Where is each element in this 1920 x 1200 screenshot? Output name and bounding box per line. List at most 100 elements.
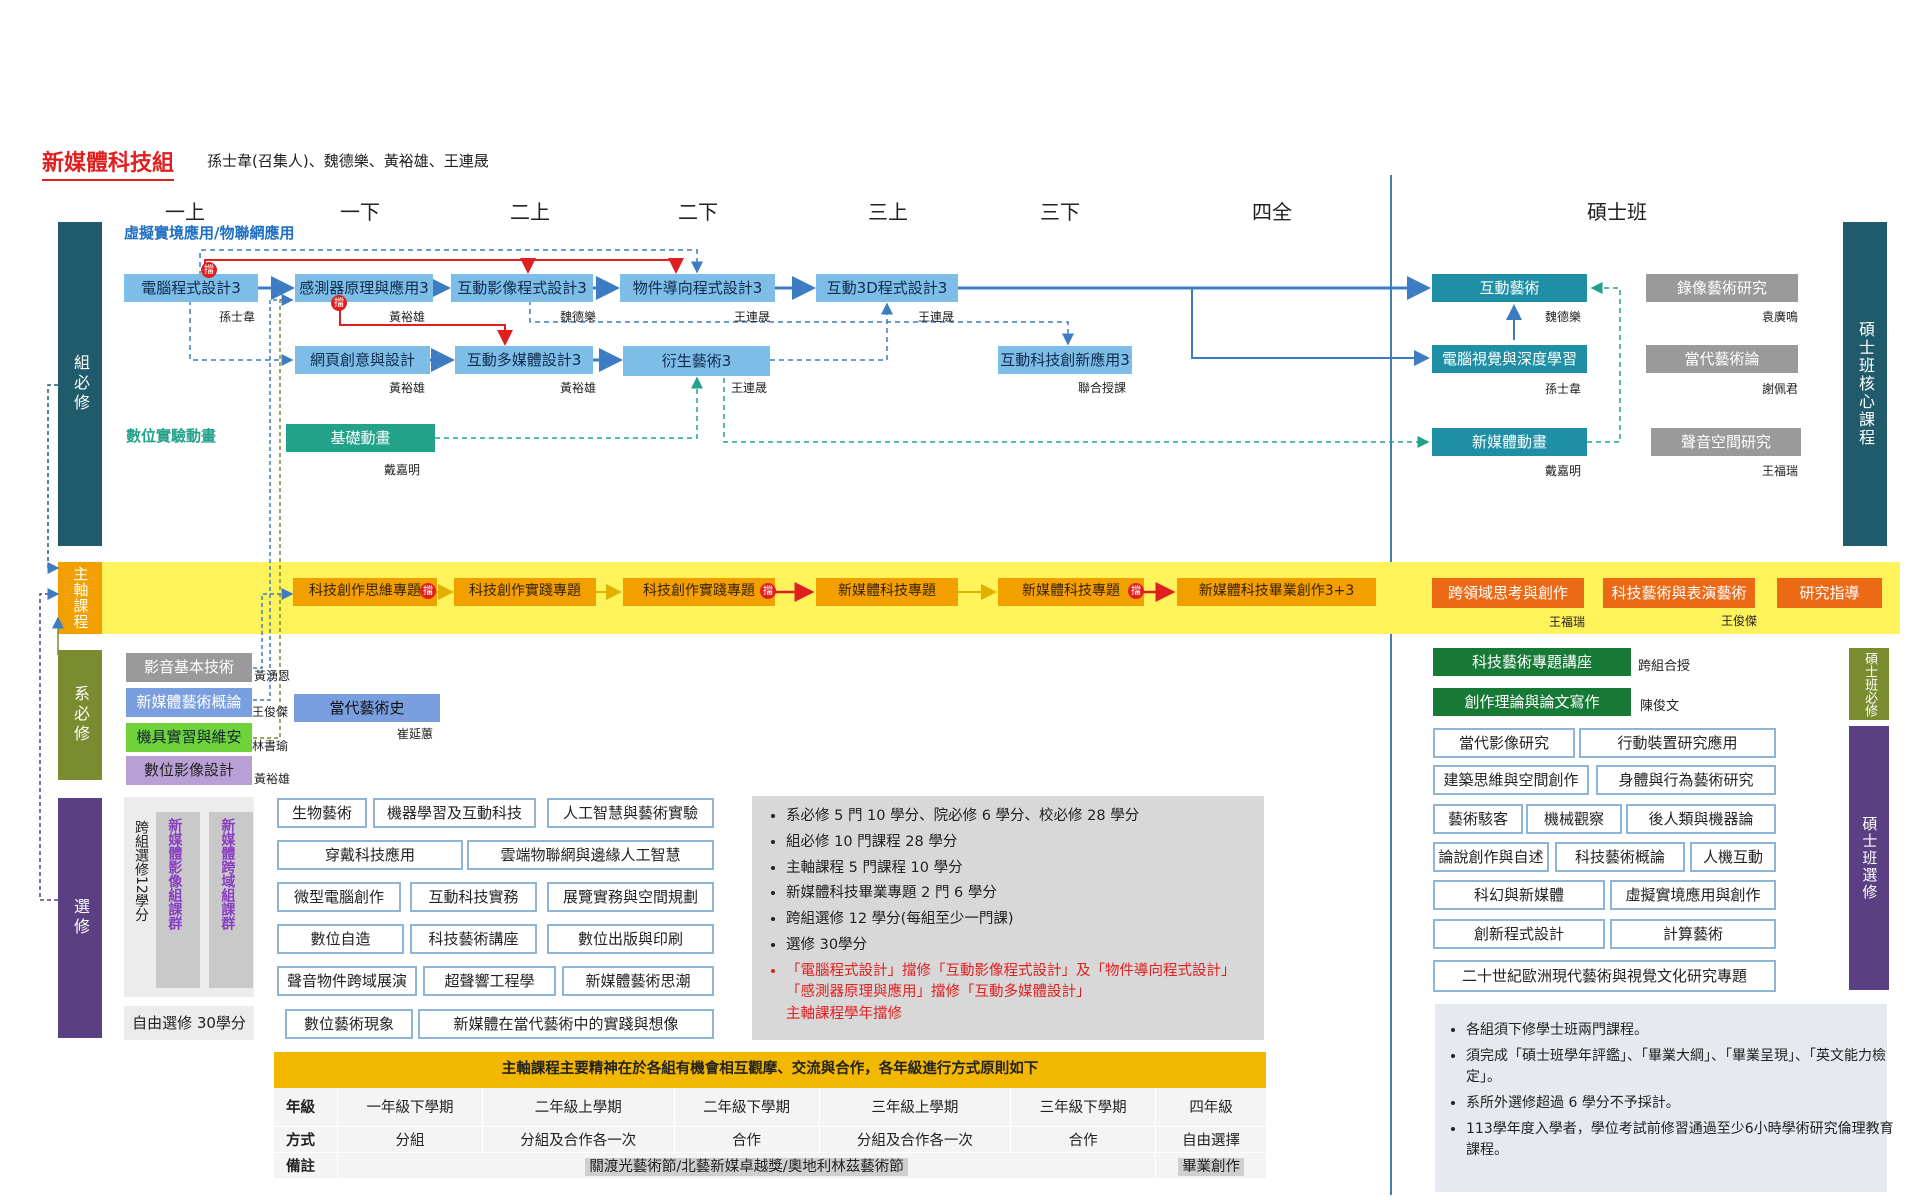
elective-course: 生物藝術 [277, 798, 367, 828]
course-box: 電腦程式設計3 [124, 274, 258, 302]
elective-course: 科技藝術講座 [410, 924, 537, 954]
table-cell: 三年級下學期 [1010, 1088, 1156, 1127]
table-row: 備註 關渡光藝術節/北藝新媒卓越獎/奧地利林茲藝術節 畢業創作 [274, 1152, 1266, 1178]
credit-note: 選修 30學分 [786, 935, 1286, 957]
course-professor: 王連晟 [731, 381, 768, 395]
course-professor: 王福瑞 [1549, 615, 1586, 629]
course-professor: 黃湧恩 [254, 669, 291, 683]
free-elective: 自由選修 30學分 [124, 1006, 254, 1040]
course-professor: 王連晟 [918, 310, 955, 324]
credit-note-red: 「感測器原理與應用」擋修「互動多媒體設計」 [786, 984, 1091, 1001]
table-row: 年級 一年級下學期 二年級上學期 二年級下學期 三年級上學期 三年級下學期 四年… [274, 1088, 1266, 1127]
table-cell: 四年級 [1155, 1088, 1266, 1127]
table-cell: 一年級下學期 [337, 1088, 483, 1127]
row-label: 備註 [286, 1158, 315, 1175]
master-required-course: 創作理論與論文寫作 [1433, 688, 1631, 716]
course-box: 感測器原理與應用3 [295, 274, 433, 302]
elective-course: 數位藝術現象 [285, 1009, 413, 1039]
spirit-table-grid: 年級 一年級下學期 二年級上學期 二年級下學期 三年級上學期 三年級下學期 四年… [274, 1088, 1266, 1178]
block-badge: 擋 [331, 295, 347, 311]
main-axis-course: 科技創作思維專題 [293, 578, 437, 606]
master-axis-course: 研究指導 [1777, 578, 1882, 608]
master-elective-course: 虛擬實境應用與創作 [1610, 880, 1776, 910]
elective-course: 微型電腦創作 [277, 882, 401, 912]
block-badge: 擋 [201, 262, 217, 278]
course-box: 網頁創意與設計 [295, 346, 430, 374]
credit-note: 跨組選修 12 學分(每組至少一門課) [786, 909, 1286, 931]
credit-note: 新媒體科技畢業專題 2 門 6 學分 [786, 883, 1286, 905]
table-cell: 二年級下學期 [673, 1088, 820, 1127]
credit-note: 組必修 10 門課程 28 學分 [786, 832, 1286, 854]
master-core-course: 當代藝術論 [1646, 345, 1798, 373]
cluster-label: 新媒體跨域組課群 [219, 818, 236, 930]
elective-course: 新媒體藝術思潮 [562, 966, 714, 996]
main-axis-course: 科技創作實踐專題 [454, 578, 596, 606]
master-elective-course: 行動裝置研究應用 [1579, 728, 1776, 758]
master-elective-course: 機械觀察 [1526, 804, 1622, 834]
course-professor: 跨組合授 [1638, 659, 1691, 674]
course-box: 互動影像程式設計3 [451, 274, 593, 302]
credit-note: 系必修 5 門 10 學分、院必修 6 學分、校必修 28 學分 [786, 806, 1286, 828]
master-elective-course: 建築思維與空間創作 [1433, 765, 1589, 795]
course-professor: 王連晟 [734, 310, 771, 324]
course-professor: 陳俊文 [1640, 699, 1680, 714]
master-elective-course: 後人類與機器論 [1626, 804, 1776, 834]
dept-required-course: 新媒體藝術概論 [126, 688, 252, 717]
course-professor: 林書瑜 [252, 739, 289, 753]
master-elective-course: 科技藝術概論 [1555, 842, 1685, 872]
course-professor: 孫士韋 [1545, 382, 1582, 396]
master-elective-course: 創新程式設計 [1433, 919, 1605, 949]
course-box: 互動3D程式設計3 [816, 274, 958, 302]
table-cell: 合作 [673, 1126, 820, 1153]
elective-course: 穿戴科技應用 [277, 840, 463, 870]
master-axis-course: 跨領域思考與創作 [1432, 578, 1584, 608]
dept-required-course: 數位影像設計 [126, 756, 252, 785]
main-axis-course: 新媒體科技畢業創作3+3 [1177, 578, 1376, 606]
elective-course: 展覽實務與空間規劃 [547, 882, 714, 912]
row-label: 年級 [274, 1088, 338, 1127]
elective-course: 數位自造 [277, 924, 404, 954]
course-professor: 黃裕雄 [560, 381, 597, 395]
master-core-course: 聲音空間研究 [1651, 428, 1801, 456]
course-professor: 黃裕雄 [389, 310, 426, 324]
elective-course: 聲音物件跨域展演 [277, 966, 417, 996]
course-professor: 謝佩君 [1762, 382, 1799, 396]
master-core-course: 錄像藝術研究 [1646, 274, 1798, 302]
course-box: 互動多媒體設計3 [455, 346, 593, 374]
remark-text: 關渡光藝術節/北藝新媒卓越獎/奧地利林茲藝術節 [585, 1157, 908, 1176]
master-core-course: 新媒體動畫 [1432, 428, 1587, 456]
course-box: 衍生藝術3 [623, 346, 770, 376]
credit-note-red: 主軸課程學年擋修 [786, 1006, 902, 1022]
block-badge: 擋 [760, 583, 776, 599]
credit-note: 主軸課程 5 門課程 10 學分 [786, 858, 1286, 880]
elective-course: 新媒體在當代藝術中的實踐與想像 [418, 1009, 714, 1039]
course-professor: 王俊傑 [252, 705, 289, 719]
main-axis-course: 科技創作實踐專題 [623, 578, 775, 606]
elective-course: 機器學習及互動科技 [373, 798, 536, 828]
course-box: 物件導向程式設計3 [620, 274, 775, 302]
master-note: 113學年度入學者，學位考試前修習通過至少6小時學術研究倫理教育課程。 [1466, 1119, 1906, 1162]
credit-notes: 系必修 5 門 10 學分、院必修 6 學分、校必修 28 學分 組必修 10 … [760, 806, 1286, 1030]
table-row: 方式 分組 分組及合作各一次 合作 分組及合作各一次 合作 自由選擇 [274, 1126, 1266, 1153]
course-box: 基礎動畫 [286, 424, 435, 452]
master-core-course: 電腦視覺與深度學習 [1432, 345, 1587, 373]
main-axis-course: 新媒體科技專題 [998, 578, 1144, 606]
remark-text: 畢業創作 [1178, 1157, 1245, 1176]
master-elective-course: 二十世紀歐洲現代藝術與視覺文化研究專題 [1433, 960, 1776, 992]
course-professor: 王俊傑 [1721, 614, 1758, 628]
master-note: 各組須下修學士班兩門課程。 [1466, 1020, 1906, 1042]
table-cell: 二年級上學期 [481, 1088, 675, 1127]
table-cell: 自由選擇 [1155, 1126, 1266, 1153]
course-professor: 黃裕雄 [389, 381, 426, 395]
master-elective-course: 科幻與新媒體 [1433, 880, 1605, 910]
curriculum-map: 新媒體科技組 孫士韋(召集人)、魏德樂、黃裕雄、王連晟 一上 一下 二上 二下 … [0, 0, 1920, 1200]
master-axis-course: 科技藝術與表演藝術 [1603, 578, 1755, 608]
cluster-label: 新媒體影像組課群 [166, 818, 183, 930]
spirit-table-title: 主軸課程主要精神在於各組有機會相互觀摩、交流與合作，各年級進行方式原則如下 [274, 1052, 1266, 1088]
block-badge: 擋 [420, 583, 436, 599]
course-box: 互動科技創新應用3 [998, 346, 1132, 374]
credit-note-red: 「電腦程式設計」擋修「互動影像程式設計」及「物件導向程式設計」 [786, 962, 1236, 979]
dept-required-course: 機具實習與維安 [126, 723, 252, 752]
elective-course: 數位出版與印刷 [547, 924, 714, 954]
spirit-table: 主軸課程主要精神在於各組有機會相互觀摩、交流與合作，各年級進行方式原則如下 年級… [274, 1052, 1266, 1178]
